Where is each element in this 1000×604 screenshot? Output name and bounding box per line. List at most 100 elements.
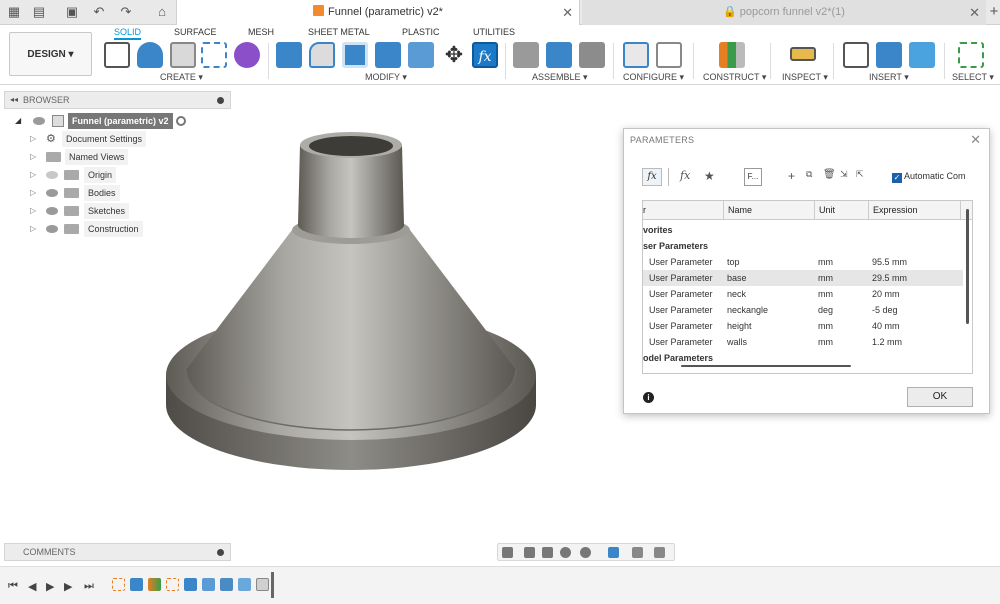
- browser-panel-header[interactable]: ◂◂ BROWSER: [4, 91, 231, 109]
- form-icon[interactable]: [234, 42, 260, 68]
- parameters-dialog[interactable]: PARAMETERS ✕ fx fx ★ F... + ⧉ 🗑 ⇲ ⇱ ✓ Aut…: [623, 128, 990, 414]
- group-configure[interactable]: CONFIGURE ▾: [623, 72, 684, 83]
- section-favorites[interactable]: vorites: [643, 222, 963, 238]
- file-menu-icon[interactable]: ▤: [31, 4, 47, 20]
- new-component-icon[interactable]: [513, 42, 539, 68]
- ok-button[interactable]: OK: [907, 387, 973, 407]
- delete-icon[interactable]: 🗑: [823, 169, 836, 180]
- as-built-joint-icon[interactable]: [579, 42, 605, 68]
- group-construct[interactable]: CONSTRUCT ▾: [703, 72, 766, 83]
- column-header-expression[interactable]: Expression: [869, 201, 961, 220]
- cell-expression[interactable]: 1.2 mm: [872, 334, 902, 350]
- group-assemble[interactable]: ASSEMBLE ▾: [532, 72, 588, 83]
- group-create[interactable]: CREATE ▾: [160, 72, 203, 83]
- tab-popcorn-funnel[interactable]: 🔒 popcorn funnel v2*(1) ✕: [582, 0, 986, 25]
- visibility-eye-icon[interactable]: [46, 189, 58, 197]
- insert-canvas-icon[interactable]: [909, 42, 935, 68]
- browser-root-item[interactable]: ◢ Funnel (parametric) v2: [0, 113, 200, 129]
- add-icon[interactable]: +: [788, 169, 795, 183]
- press-pull-icon[interactable]: [276, 42, 302, 68]
- expand-arrow-icon[interactable]: ▷: [30, 203, 36, 219]
- workspace-switcher-button[interactable]: DESIGN ▾: [9, 32, 92, 76]
- horizontal-scrollbar[interactable]: [681, 365, 851, 367]
- combine-icon[interactable]: [375, 42, 401, 68]
- timeline-fillet-icon[interactable]: [238, 578, 251, 591]
- activate-radio-icon[interactable]: [176, 116, 186, 126]
- close-tab-icon[interactable]: ✕: [969, 0, 980, 25]
- create-sketch-icon[interactable]: [104, 42, 130, 68]
- scale-icon[interactable]: [408, 42, 434, 68]
- expand-arrow-icon[interactable]: ▷: [30, 131, 36, 147]
- table-row[interactable]: User Parameter top mm 95.5 mm: [643, 254, 963, 270]
- cell-expression[interactable]: 20 mm: [872, 286, 900, 302]
- automatic-compute-checkbox[interactable]: ✓ Automatic Com: [892, 171, 966, 183]
- timeline-loft-icon[interactable]: [202, 578, 215, 591]
- undo-icon[interactable]: ↶: [91, 4, 107, 20]
- zoom-icon[interactable]: [560, 547, 571, 558]
- fx-filter-button[interactable]: fx: [642, 168, 662, 186]
- tab-plastic[interactable]: PLASTIC: [402, 27, 440, 37]
- cell-expression[interactable]: -5 deg: [872, 302, 898, 318]
- collapse-icon[interactable]: ◂◂: [10, 92, 18, 108]
- table-row[interactable]: User Parameter neck mm 20 mm: [643, 286, 963, 302]
- fillet-icon[interactable]: [309, 42, 335, 68]
- select-window-icon[interactable]: [958, 42, 984, 68]
- export-icon[interactable]: ⇱: [856, 169, 864, 180]
- revolve-icon[interactable]: [170, 42, 196, 68]
- viewports-icon[interactable]: [654, 547, 665, 558]
- section-model-parameters[interactable]: odel Parameters: [643, 350, 963, 366]
- shell-icon[interactable]: [342, 42, 368, 68]
- fit-zoom-icon[interactable]: [580, 547, 591, 558]
- tab-utilities[interactable]: UTILITIES: [473, 27, 515, 37]
- timeline-revolve-icon[interactable]: [184, 578, 197, 591]
- cell-expression[interactable]: 40 mm: [872, 318, 900, 334]
- copy-icon[interactable]: ⧉: [806, 169, 812, 180]
- cell-expression[interactable]: 95.5 mm: [872, 254, 907, 270]
- column-header-unit[interactable]: Unit: [815, 201, 869, 220]
- comments-panel-header[interactable]: COMMENTS: [4, 543, 231, 561]
- visibility-eye-icon[interactable]: [33, 117, 45, 125]
- close-tab-icon[interactable]: ✕: [562, 0, 573, 25]
- grid-settings-icon[interactable]: [632, 547, 643, 558]
- panel-pin-icon[interactable]: [217, 97, 224, 104]
- column-header-type[interactable]: r: [643, 201, 724, 220]
- table-row[interactable]: User Parameter walls mm 1.2 mm: [643, 334, 963, 350]
- timeline-marker[interactable]: [271, 572, 274, 598]
- configure-rules-icon[interactable]: [656, 42, 682, 68]
- sweep-icon[interactable]: [201, 42, 227, 68]
- insert-mesh-icon[interactable]: [876, 42, 902, 68]
- display-settings-icon[interactable]: [608, 547, 619, 558]
- home-icon[interactable]: ⌂: [154, 4, 170, 20]
- timeline-combine-icon[interactable]: [256, 578, 269, 591]
- expand-arrow-icon[interactable]: ◢: [15, 113, 21, 129]
- panel-pin-icon[interactable]: [217, 549, 224, 556]
- configure-table-icon[interactable]: [623, 42, 649, 68]
- tab-funnel-parametric[interactable]: Funnel (parametric) v2* ✕: [176, 0, 580, 25]
- app-grid-icon[interactable]: ▦: [6, 4, 22, 20]
- table-row[interactable]: User Parameter height mm 40 mm: [643, 318, 963, 334]
- visibility-eye-icon[interactable]: [46, 225, 58, 233]
- insert-derive-icon[interactable]: [843, 42, 869, 68]
- tab-mesh[interactable]: MESH: [248, 27, 274, 37]
- expand-arrow-icon[interactable]: ▷: [30, 185, 36, 201]
- group-modify[interactable]: MODIFY ▾: [365, 72, 407, 83]
- timeline-sketch-icon[interactable]: [166, 578, 179, 591]
- table-row[interactable]: User Parameter base mm 29.5 mm: [643, 270, 963, 286]
- extrude-icon[interactable]: [137, 42, 163, 68]
- go-to-end-icon[interactable]: ⏭: [84, 580, 94, 593]
- expand-arrow-icon[interactable]: ▷: [30, 149, 36, 165]
- close-icon[interactable]: ✕: [970, 132, 981, 148]
- pan-hand-icon[interactable]: [542, 547, 553, 558]
- orbit-icon[interactable]: [502, 547, 513, 558]
- step-back-icon[interactable]: ◀: [28, 580, 36, 593]
- section-user-parameters[interactable]: ser Parameters: [643, 238, 963, 254]
- group-select[interactable]: SELECT ▾: [952, 72, 994, 83]
- favorite-star-icon[interactable]: ★: [704, 169, 715, 183]
- tab-solid[interactable]: SOLID: [114, 27, 142, 40]
- change-parameters-icon[interactable]: fx: [472, 42, 498, 68]
- move-icon[interactable]: ✥: [441, 42, 467, 68]
- visibility-eye-icon[interactable]: [46, 171, 58, 179]
- redo-icon[interactable]: ↷: [118, 4, 134, 20]
- save-icon[interactable]: ▣: [64, 4, 80, 20]
- timeline-shell-icon[interactable]: [220, 578, 233, 591]
